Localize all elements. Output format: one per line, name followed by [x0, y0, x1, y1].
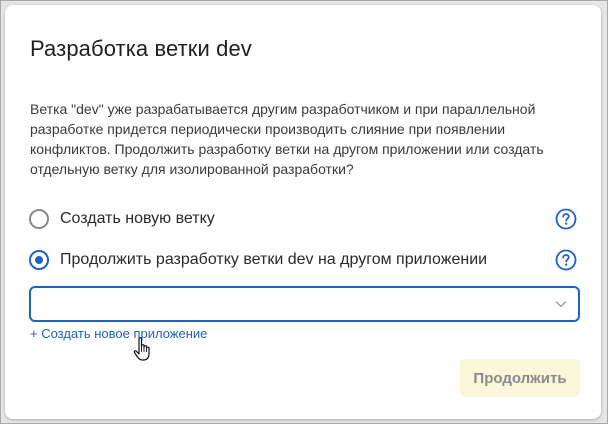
continue-button[interactable]: Продолжить: [460, 359, 580, 397]
dialog-description: Ветка "dev" уже разрабатывается другим р…: [30, 101, 544, 177]
create-new-app-link[interactable]: + Создать новое приложение: [30, 326, 207, 341]
window-frame: Разработка ветки dev Ветка "dev" уже раз…: [0, 0, 608, 424]
option-label: Создать новую ветку: [60, 210, 215, 227]
option-create-new-branch[interactable]: Создать новую ветку: [29, 206, 577, 232]
radio-create-new-branch[interactable]: [29, 209, 49, 229]
help-circle-icon[interactable]: [555, 249, 577, 271]
branch-dialog: Разработка ветки dev Ветка "dev" уже раз…: [5, 5, 601, 419]
help-circle-icon[interactable]: [555, 208, 577, 230]
option-label: Продолжить разработку ветки dev на друго…: [60, 251, 488, 268]
hand-cursor-icon: [133, 337, 150, 361]
radio-continue-on-other-app[interactable]: [29, 250, 49, 270]
dialog-title: Разработка ветки dev: [30, 36, 252, 61]
chevron-down-icon[interactable]: [554, 297, 568, 311]
option-continue-on-other-app[interactable]: Продолжить разработку ветки dev на друго…: [29, 247, 577, 273]
app-select[interactable]: [29, 286, 580, 322]
